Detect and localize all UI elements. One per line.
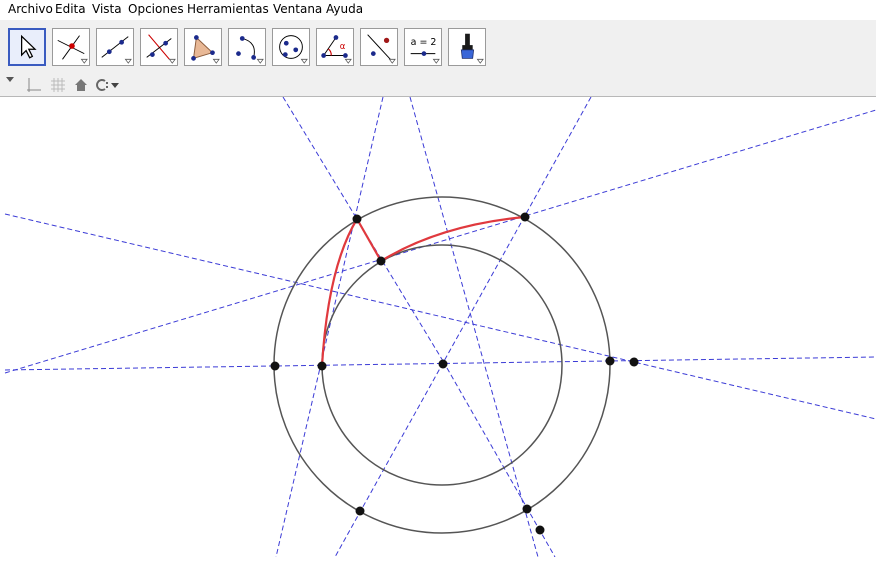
menu-vista[interactable]: Vista xyxy=(92,2,122,16)
graphics-view[interactable] xyxy=(0,96,876,558)
highlight-arc-left[interactable] xyxy=(320,218,358,367)
reflect-tool-button[interactable] xyxy=(360,28,398,66)
menu-opciones[interactable]: Opciones xyxy=(128,2,184,16)
circle-arc-icon xyxy=(236,36,264,64)
slider-tool-button[interactable]: a = 2 xyxy=(404,28,442,66)
point[interactable] xyxy=(535,525,545,535)
dashed-line-5 xyxy=(4,109,876,374)
point-on-intersection-icon xyxy=(57,35,88,64)
line-through-points-icon xyxy=(101,36,132,64)
toolbar: α a = 2 xyxy=(0,20,876,73)
angle-symbol: α xyxy=(340,42,346,52)
show-axes-icon[interactable] xyxy=(26,77,42,93)
slider-label: a = 2 xyxy=(411,37,437,48)
perpendicular-line-icon xyxy=(146,34,176,64)
arc-tool-button[interactable] xyxy=(228,28,266,66)
menu-ayuda[interactable]: Ayuda xyxy=(326,2,363,16)
point-tool-button[interactable] xyxy=(52,28,90,66)
graphics-style-bar xyxy=(0,72,876,97)
move-tool-button[interactable] xyxy=(8,28,46,66)
show-grid-icon[interactable] xyxy=(50,77,66,93)
point[interactable] xyxy=(605,356,615,366)
center-point[interactable] xyxy=(438,359,448,369)
angle-icon: α xyxy=(321,35,352,64)
menu-bar: Archivo Edita Vista Opciones Herramienta… xyxy=(0,0,876,20)
menu-archivo[interactable]: Archivo xyxy=(8,2,53,16)
polygon-tool-button[interactable] xyxy=(184,28,222,66)
highlighted-path xyxy=(320,215,526,367)
dashed-line-2 xyxy=(275,96,384,558)
point[interactable] xyxy=(355,506,365,516)
menu-edita[interactable]: Edita xyxy=(55,2,86,16)
polygon-icon xyxy=(191,35,220,64)
menu-herramientas[interactable]: Herramientas xyxy=(187,2,269,16)
reflect-about-line-icon xyxy=(367,34,396,64)
point[interactable] xyxy=(520,212,530,222)
angle-tool-button[interactable]: α xyxy=(316,28,354,66)
line-tool-button[interactable] xyxy=(96,28,134,66)
perpendicular-tool-button[interactable] xyxy=(140,28,178,66)
slider-icon: a = 2 xyxy=(411,37,440,64)
point[interactable] xyxy=(352,214,362,224)
point-capture-icon[interactable] xyxy=(94,77,120,93)
point[interactable] xyxy=(270,361,280,371)
highlight-segment[interactable] xyxy=(356,218,382,262)
home-view-icon[interactable] xyxy=(73,77,89,93)
menu-ventana[interactable]: Ventana xyxy=(273,2,322,16)
collapse-triangle-icon[interactable] xyxy=(5,75,15,85)
dashed-line-3 xyxy=(409,96,539,558)
point[interactable] xyxy=(629,357,639,367)
circle-with-center-icon xyxy=(279,35,308,64)
dashed-line-4 xyxy=(334,96,592,558)
move-arrow-icon xyxy=(21,34,37,59)
point[interactable] xyxy=(522,504,532,514)
geometry-canvas[interactable] xyxy=(0,96,876,558)
construction-lines xyxy=(4,96,876,558)
point[interactable] xyxy=(317,361,327,371)
point[interactable] xyxy=(376,256,386,266)
style-tool-button[interactable] xyxy=(448,28,486,66)
style-brush-icon xyxy=(460,33,484,64)
circle-tool-button[interactable] xyxy=(272,28,310,66)
